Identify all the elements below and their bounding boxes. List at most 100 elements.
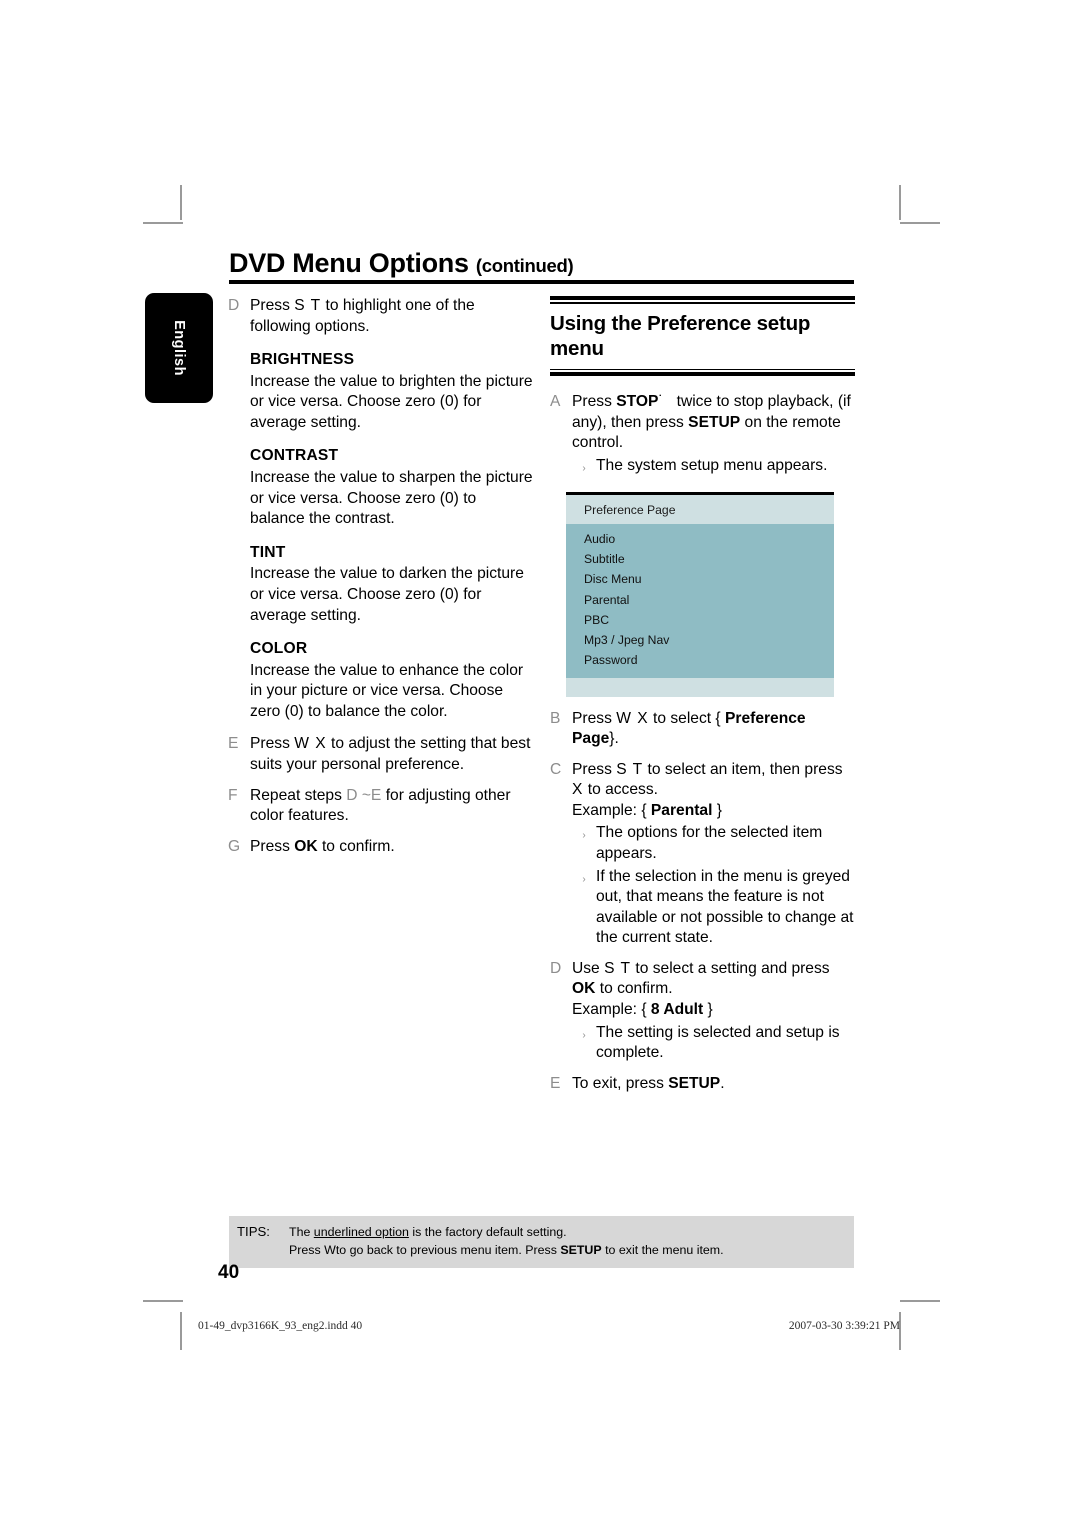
section-heading: Using the Preference setup menu <box>550 296 855 377</box>
step-text: Press OK to confirm. <box>250 837 533 858</box>
step-text-after: . <box>720 1074 725 1092</box>
step-g-left: G Press OK to confirm. <box>228 837 533 858</box>
bullet-item: › The system setup menu appears. <box>572 456 855 482</box>
step-text-before: Press <box>572 709 612 727</box>
tips-line2-before: Press W <box>289 1242 336 1257</box>
step-letter: G <box>228 837 241 855</box>
osd-item-disc-menu: Disc Menu <box>584 572 642 587</box>
section-rule-bottom-thick <box>550 372 855 377</box>
tips-line2-after: to exit the menu item. <box>601 1242 724 1257</box>
step-text: Press STOP˙ twice to stop playback, (if … <box>572 392 855 482</box>
step-text-mid: to select { <box>653 709 721 727</box>
tips-line2-mid: to go back to previous menu item. Press <box>335 1242 561 1257</box>
option-heading-contrast: CONTRAST <box>250 447 339 465</box>
step-text: Use S T to select a setting and press OK… <box>572 959 855 1064</box>
section-rule-top-thick <box>550 296 855 300</box>
button-name-ok: OK <box>572 980 596 998</box>
tips-underlined-option: underlined option <box>313 1225 409 1239</box>
page-title: DVD Menu Options (continued) <box>229 249 854 285</box>
option-text-color: Increase the value to enhance the color … <box>250 661 524 720</box>
crop-mark-top-left-vertical <box>180 185 182 220</box>
example-line: Example: { 8 Adult } <box>572 1000 855 1021</box>
step-text-1: Press <box>572 393 612 411</box>
nav-key-icon: W X <box>294 735 327 753</box>
example-value-adult: 8 Adult <box>650 1001 704 1019</box>
osd-item-mp3-jpeg-nav: Mp3 / Jpeg Nav <box>584 633 670 648</box>
osd-item-pbc: PBC <box>584 612 610 627</box>
step-text: Press S T to highlight one of the follow… <box>250 296 533 337</box>
osd-item-password: Password <box>584 653 638 668</box>
section-rule-bottom-thin <box>550 368 855 371</box>
step-text-after: }. <box>609 730 619 748</box>
step-reference: D ~E <box>346 786 382 804</box>
step-letter: D <box>228 297 240 314</box>
step-letter: E <box>228 735 239 753</box>
step-letter: F <box>228 786 238 804</box>
page-title-rule <box>229 280 854 285</box>
page-number: 40 <box>218 1262 240 1283</box>
bullet-item: › The setting is selected and setup is c… <box>572 1023 855 1064</box>
tips-box: TIPS: The underlined option is the facto… <box>229 1216 854 1269</box>
stop-symbol-icon: ˙ <box>658 393 664 411</box>
tips-line-2: Press Wto go back to previous menu item.… <box>289 1242 854 1260</box>
step-a-right: A Press STOP˙ twice to stop playback, (i… <box>550 392 855 482</box>
step-letter: B <box>550 709 561 727</box>
example-line: Example: { Parental } <box>572 801 855 822</box>
option-heading-color: COLOR <box>250 640 308 658</box>
tips-line1-before: The <box>289 1225 314 1239</box>
button-name-setup: SETUP <box>560 1242 602 1257</box>
step-text-after: to confirm. <box>599 980 673 998</box>
page-title-continued: (continued) <box>475 255 574 276</box>
tips-line1-after: is the factory default setting. <box>408 1225 567 1239</box>
right-column: Using the Preference setup menu A Press … <box>550 296 855 1104</box>
nav-key-right-icon: X <box>572 781 584 799</box>
osd-preference-page-screenshot: Preference Page Audio Subtitle Disc Menu… <box>566 491 834 697</box>
button-name-stop: STOP <box>616 393 659 411</box>
crop-mark-bottom-left-horizontal <box>143 1300 183 1302</box>
osd-item-audio: Audio <box>584 532 616 547</box>
section-heading-label: Using the Preference setup menu <box>550 311 811 360</box>
bullet-label: If the selection in the menu is greyed o… <box>596 867 854 947</box>
footer-file-info: 01-49_dvp3166K_93_eng2.indd 40 <box>198 1320 363 1332</box>
example-label: Example: { <box>572 801 647 819</box>
step-b-right: B Press W X to select { Preference Page}… <box>550 709 855 750</box>
bullet-icon: › <box>582 830 586 842</box>
left-column: D Press S T to highlight one of the foll… <box>228 296 533 867</box>
tips-content: The underlined option is the factory def… <box>289 1224 854 1259</box>
step-c-right: C Press S T to select an item, then pres… <box>550 760 855 949</box>
step-d-left: D Press S T to highlight one of the foll… <box>228 296 533 337</box>
bullet-icon: › <box>582 462 586 474</box>
option-heading-brightness: BRIGHTNESS <box>250 351 355 369</box>
crop-mark-bottom-right-horizontal <box>900 1300 940 1302</box>
bullet-label: The options for the selected item appear… <box>596 824 823 863</box>
button-name-ok: OK <box>294 837 318 855</box>
crop-mark-top-left-horizontal <box>143 222 183 224</box>
step-d-right: D Use S T to select a setting and press … <box>550 959 855 1064</box>
crop-mark-top-right-vertical <box>899 185 901 220</box>
step-e-right: E To exit, press SETUP. <box>550 1074 855 1095</box>
bullet-label: The setting is selected and setup is com… <box>596 1023 840 1062</box>
step-text: Press W X to select { Preference Page}. <box>572 709 855 750</box>
language-tab: English <box>145 293 213 403</box>
nav-key-icon: W X <box>616 709 649 727</box>
osd-item-parental: Parental <box>584 592 630 607</box>
step-text-before: Press <box>250 297 290 314</box>
step-text-mid: to select a setting and press <box>635 959 830 977</box>
step-text-after: to confirm. <box>321 837 395 855</box>
example-value-parental: Parental <box>650 801 713 819</box>
language-tab-label: English <box>171 320 187 376</box>
example-label: Example: { <box>572 1001 647 1019</box>
tips-label: TIPS: <box>237 1224 270 1239</box>
example-close: } <box>707 1001 713 1019</box>
step-text-after: to adjust the setting that best suits yo… <box>250 735 531 773</box>
section-rule-top-thin <box>550 302 855 304</box>
osd-footer-band <box>566 677 834 697</box>
option-heading-tint: TINT <box>250 543 286 561</box>
step-f-left: F Repeat steps D ~E for adjusting other … <box>228 786 533 827</box>
bullet-icon: › <box>582 1029 586 1041</box>
footer-timestamp: 2007-03-30 3:39:21 PM <box>788 1320 900 1332</box>
step-text: Press W X to adjust the setting that bes… <box>250 734 533 775</box>
step-letter: E <box>550 1074 561 1092</box>
tips-line-1: The underlined option is the factory def… <box>289 1224 854 1242</box>
bullet-label: The system setup menu appears. <box>596 456 828 474</box>
